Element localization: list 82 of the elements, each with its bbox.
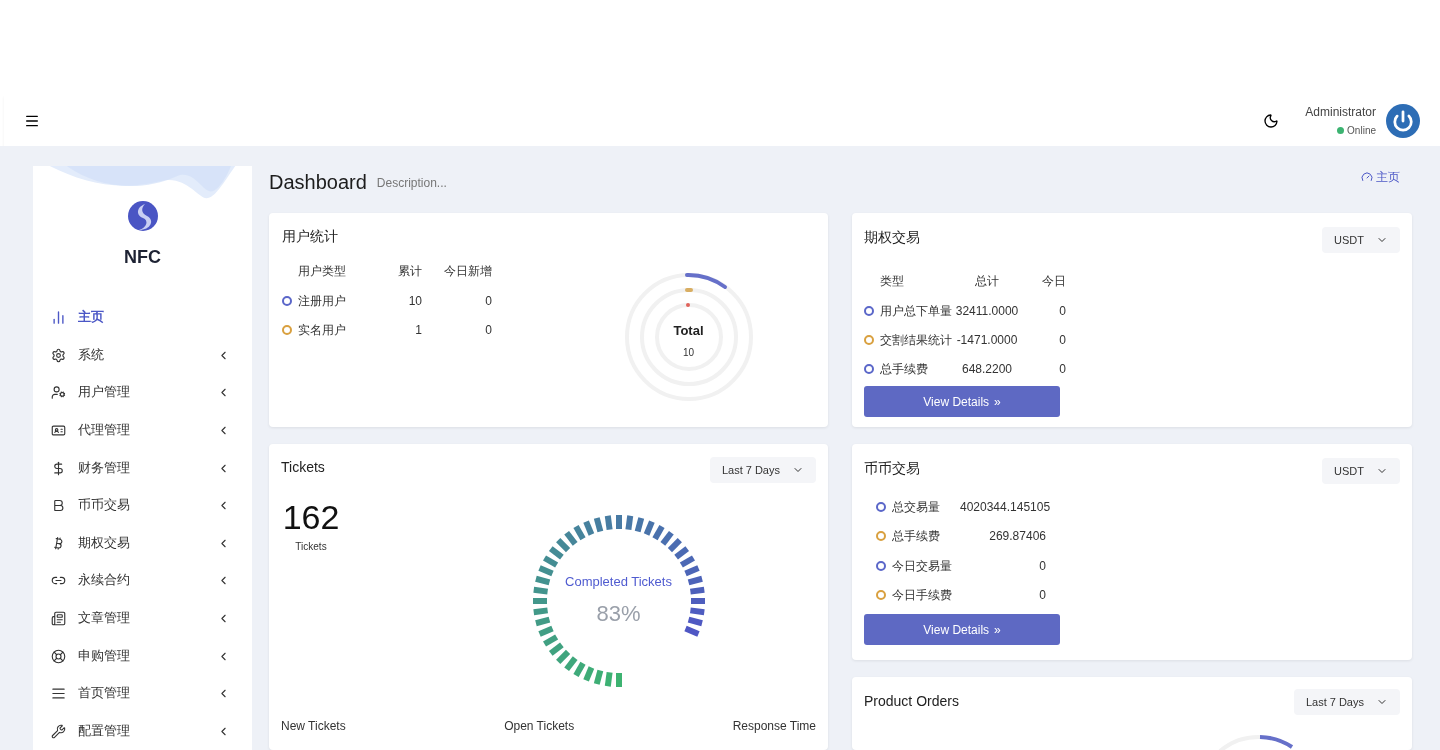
sidebar-item[interactable]: 币币交易 [33, 486, 252, 525]
chart-center-value: 10 [682, 345, 695, 360]
table-cell-text: 总交易量 [892, 498, 940, 516]
column-header: 今日新增 [443, 263, 492, 280]
stat-label: Open Tickets [504, 718, 575, 735]
avatar[interactable] [1386, 103, 1420, 138]
sidebar-item[interactable]: 主页 [33, 298, 252, 337]
card-title: 币币交易 [864, 459, 920, 478]
logo-icon [126, 199, 159, 232]
page-title: Dashboard [269, 170, 367, 194]
table-cell-text: 0 [484, 321, 492, 339]
column-header: 累计 [397, 263, 422, 280]
column-header: 用户类型 [297, 263, 347, 280]
table-cell-text: 交割结果统计 [880, 331, 952, 349]
dropdown[interactable]: Last 7 Days [709, 457, 816, 483]
ticket-count-label: Tickets [295, 540, 327, 554]
sidebar-item[interactable]: 期权交易 [33, 524, 252, 563]
card-title: 期权交易 [864, 228, 920, 247]
card-title: 用户统计 [282, 227, 339, 246]
table-cell-text: 0 [1038, 557, 1046, 575]
dropdown[interactable]: Last 7 Days [1293, 689, 1400, 715]
table-cell-text: 今日交易量 [892, 557, 952, 575]
table-cell-text: 今日手续费 [892, 587, 952, 605]
user-icon [51, 385, 66, 401]
dollar-icon [51, 460, 66, 476]
view-details-button[interactable]: View Details » [864, 386, 1060, 417]
sidebar-item[interactable]: 用户管理 [33, 374, 252, 412]
brand-name: NFC [124, 245, 161, 269]
power-icon [1392, 109, 1414, 132]
dropdown[interactable]: USDT [1322, 458, 1400, 484]
table-cell-text: 32411.0000 [954, 302, 1020, 320]
stat-label: New Tickets [281, 718, 346, 735]
view-details-button[interactable]: View Details » [864, 614, 1060, 645]
table-cell-text: 0 [1058, 302, 1066, 320]
card-title: Product Orders [864, 692, 959, 711]
table-cell-text: 实名用户 [298, 321, 346, 339]
chart-center-label: Total [673, 322, 704, 341]
sidebar-item[interactable]: 系统 [33, 336, 252, 375]
table-cell-text: 注册用户 [298, 292, 346, 310]
sidebar-item[interactable]: 配置管理 [33, 712, 252, 750]
sidebar-item[interactable]: 永续合约 [33, 562, 252, 600]
table-cell-text: 总手续费 [892, 528, 940, 546]
table-cell-text: 0 [1038, 587, 1046, 605]
user-status: Online [1347, 124, 1376, 138]
letter-b-icon [51, 498, 66, 514]
page-description: Description... [376, 175, 447, 192]
sidebar-item[interactable]: 首页管理 [33, 674, 252, 713]
table-cell-text: -1471.0000 [955, 331, 1019, 349]
id-card-icon [51, 422, 66, 438]
table-cell-text: 648.2200 [960, 360, 1014, 378]
dropdown[interactable]: USDT [1322, 227, 1400, 253]
ticket-count: 162 [282, 497, 340, 537]
sidebar-item[interactable]: 财务管理 [33, 449, 252, 487]
stat-label: Response Time [732, 718, 816, 735]
column-header: 类型 [879, 273, 905, 290]
breadcrumb-link[interactable]: 主页 [1361, 168, 1400, 186]
table-cell-text: 269.87406 [988, 528, 1046, 546]
table-cell-text: 0 [484, 292, 492, 310]
table-cell-text: 0 [1058, 331, 1066, 349]
user-name: Administrator [1305, 104, 1376, 121]
table-cell-text: 10 [407, 292, 422, 310]
lines-icon [51, 686, 66, 702]
lifebuoy-icon [51, 648, 66, 664]
wrench-icon [51, 723, 66, 739]
settings-icon [51, 347, 66, 363]
sidebar-item[interactable]: 代理管理 [33, 411, 252, 450]
newspaper-icon [51, 610, 66, 626]
sidebar-item[interactable]: 申购管理 [33, 637, 252, 675]
gauge-icon [1361, 171, 1373, 183]
moon-icon [1263, 112, 1280, 129]
dark-mode-button[interactable] [1263, 112, 1280, 129]
table-cell-text: 总手续费 [880, 360, 928, 378]
column-header: 今日 [1041, 273, 1066, 290]
bar-chart-icon [51, 310, 66, 326]
card-title: Tickets [281, 458, 325, 477]
column-header: 总计 [974, 273, 1000, 290]
table-cell-text: 1 [414, 321, 422, 339]
table-cell-text: 0 [1058, 360, 1066, 378]
gauge-value: 83% [596, 600, 641, 629]
table-cell-text: 用户总下单量 [880, 302, 952, 320]
sidebar-item[interactable]: 文章管理 [33, 599, 252, 638]
gauge-title: Completed Tickets [565, 572, 672, 591]
